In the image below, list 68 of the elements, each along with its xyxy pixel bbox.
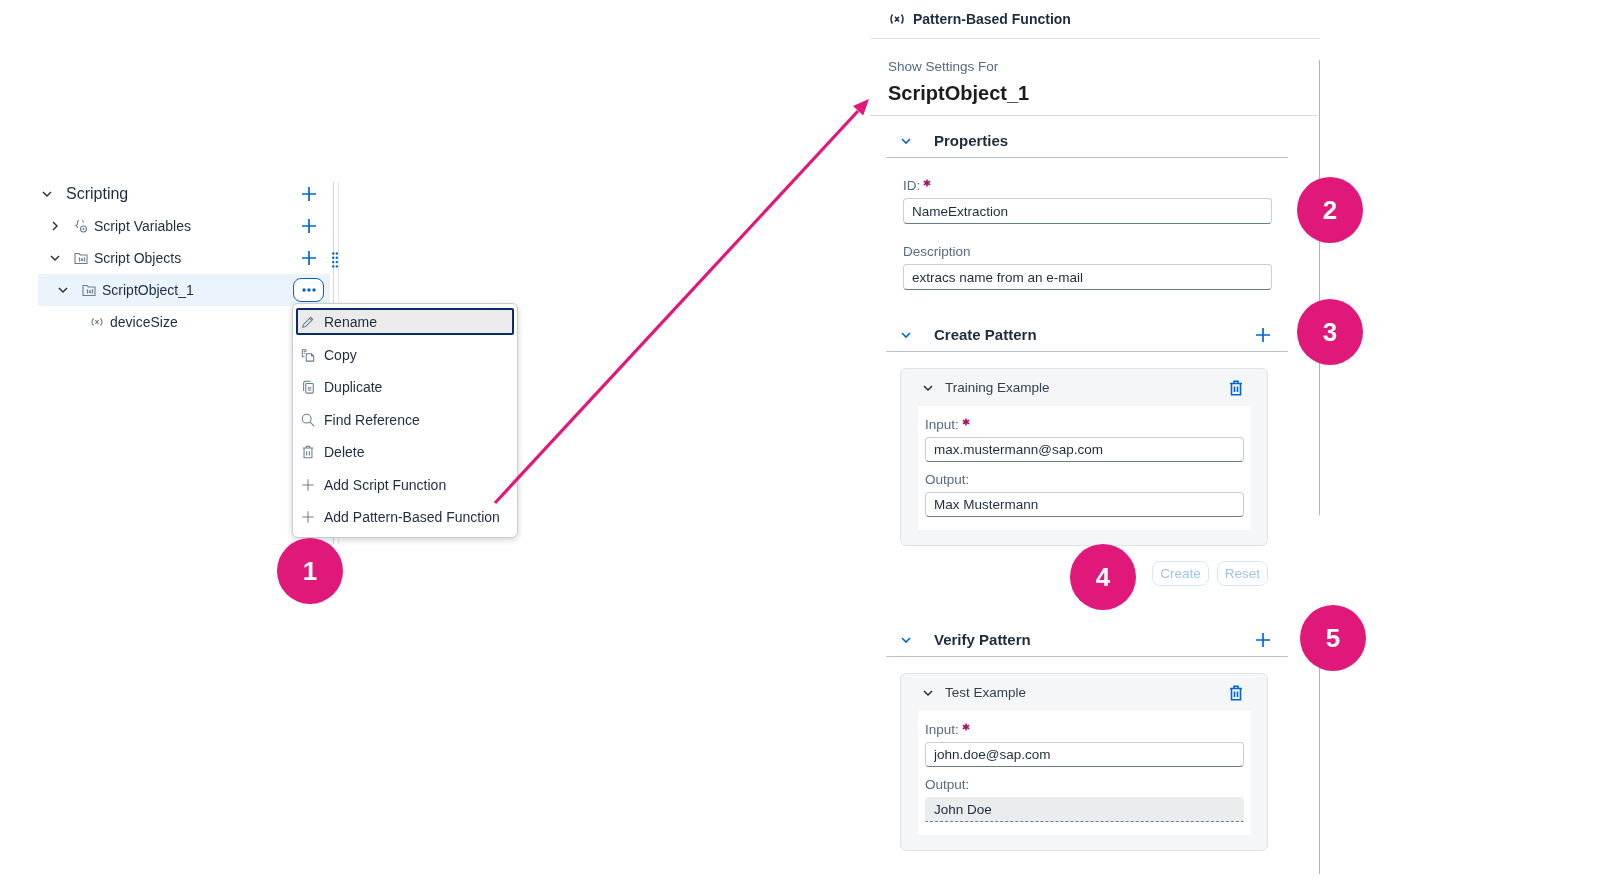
callout-number: 5 [1300, 605, 1366, 671]
text-field[interactable]: Max Mustermann [925, 492, 1244, 517]
braces-gear-icon [74, 219, 88, 233]
trash-icon [1229, 684, 1243, 701]
plus-icon [1255, 326, 1271, 343]
menu-item[interactable]: Add Script Function [296, 468, 514, 501]
add-button[interactable] [1255, 631, 1271, 648]
menu-item[interactable]: Delete [296, 436, 514, 469]
field-label: Output: [925, 472, 970, 488]
field-label: Description [903, 244, 971, 260]
text-field[interactable]: NameExtraction [903, 198, 1272, 224]
folder-icon [82, 283, 96, 297]
tree-item[interactable]: Script Variables [38, 210, 330, 242]
search-icon [301, 412, 315, 427]
section-title: Create Pattern [934, 326, 1038, 343]
callout-number: 3 [1297, 299, 1363, 365]
delete-button[interactable] [1229, 684, 1243, 701]
text-field[interactable]: extracs name from an e-mail [903, 264, 1272, 290]
variable-icon [889, 13, 905, 25]
tree-label: Scripting [66, 185, 130, 203]
menu-item[interactable]: Copy [296, 338, 514, 371]
settings-caption: Show Settings For [888, 59, 1000, 75]
plus-icon [301, 477, 315, 492]
plus-icon [1255, 631, 1271, 648]
tree-item[interactable]: Script Objects [38, 242, 330, 274]
plus-icon [300, 218, 317, 234]
copy-icon [301, 347, 315, 362]
field-label: Input: [925, 417, 959, 433]
text-field[interactable]: John Doe [925, 797, 1244, 822]
pencil-icon [301, 314, 315, 329]
tree-label: deviceSize [110, 314, 179, 330]
add-button[interactable] [300, 186, 317, 202]
tree-label: Script Objects [94, 250, 183, 266]
object-name: ScriptObject_1 [888, 81, 1031, 106]
callout-number: 2 [1297, 177, 1363, 243]
trash-icon [1229, 379, 1243, 396]
panel-title: Pattern-Based Function [913, 11, 1071, 27]
section-title: Verify Pattern [934, 631, 1032, 648]
tree-item[interactable]: Scripting [38, 178, 330, 210]
trash-icon [301, 445, 315, 460]
example-title: Training Example [945, 380, 1051, 395]
example-title: Test Example [945, 685, 1028, 700]
field-label: Output: [925, 777, 970, 793]
add-button[interactable] [300, 250, 317, 266]
plus-icon [300, 250, 317, 266]
tree-label: ScriptObject_1 [102, 282, 195, 298]
tree-item[interactable]: ScriptObject_1 [38, 274, 330, 306]
tree-label: Script Variables [94, 218, 192, 234]
menu-item[interactable]: Rename [296, 308, 514, 335]
menu-item[interactable]: Find Reference [296, 403, 514, 436]
plus-icon [301, 510, 315, 525]
more-button[interactable] [293, 278, 324, 302]
menu-item[interactable]: Add Pattern-Based Function [296, 501, 514, 534]
field-label: Input: [925, 722, 959, 738]
folder-icon [74, 251, 88, 265]
field-label: ID: [903, 178, 921, 194]
duplicate-icon [301, 380, 315, 395]
delete-button[interactable] [1229, 379, 1243, 396]
callout-number: 1 [277, 538, 343, 604]
add-button[interactable] [300, 218, 317, 234]
add-button[interactable] [1255, 326, 1271, 343]
plus-icon [300, 186, 317, 202]
drag-handle-icon[interactable] [332, 252, 338, 268]
menu-item[interactable]: Duplicate [296, 371, 514, 404]
text-field[interactable]: john.doe@sap.com [925, 742, 1244, 767]
more-icon [301, 288, 316, 292]
section-title: Properties [934, 132, 1010, 149]
text-field[interactable]: max.mustermann@sap.com [925, 437, 1244, 462]
